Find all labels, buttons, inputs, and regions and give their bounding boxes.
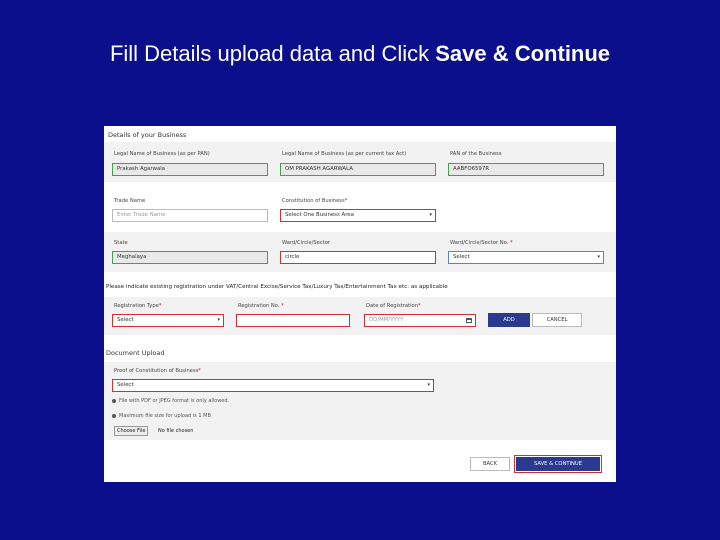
cancel-button[interactable]: CANCEL [532,313,582,327]
pan-field[interactable]: AABFO6597R [448,163,604,176]
proof-select[interactable]: Select ▾ [112,379,434,392]
add-button[interactable]: ADD [488,313,530,327]
state-field[interactable]: Meghalaya [112,251,268,264]
pan-label: PAN of the Business [450,151,502,157]
registration-date-input[interactable]: DD/MM/YYYY [364,314,476,327]
ward-no-select[interactable]: Select ▾ [448,251,604,264]
registration-date-label: Date of Registration* [366,303,421,309]
no-file-text: No file chosen [158,428,194,434]
business-row-1 [104,142,616,182]
slide-title-emphasis: Save & Continue [435,41,611,66]
format-note: File with PDF or JPEG format is only all… [112,398,229,404]
constitution-select[interactable]: Select One Business Area ▾ [280,209,436,222]
trade-name-input[interactable]: Enter Trade Name [112,209,268,222]
choose-file-button[interactable]: Choose File [114,426,149,436]
chevron-down-icon: ▾ [597,254,600,260]
constitution-label: Constitution of Business* [282,198,348,204]
back-button[interactable]: BACK [470,457,510,471]
legal-name-pan-field[interactable]: Prakash Agarwala [112,163,268,176]
slide-title: Fill Details upload data and Click Save … [60,38,660,70]
save-continue-button[interactable]: SAVE & CONTINUE [514,455,602,473]
chevron-down-icon: ▾ [217,317,220,323]
gst-form-screenshot: Details of your Business Legal Name of B… [104,126,616,482]
registration-number-input[interactable] [236,314,350,327]
document-upload-title: Document Upload [106,349,165,357]
ward-label: Ward/Circle/Sector [282,240,331,246]
ward-field[interactable]: circle [280,251,436,264]
business-section-title: Details of your Business [108,131,187,139]
chevron-down-icon: ▾ [427,382,430,388]
proof-label: Proof of Constitution of Business* [114,368,201,374]
info-icon [112,413,116,418]
chevron-down-icon: ▾ [429,212,432,218]
legal-name-pan-label: Legal Name of Business (as per PAN) [114,151,210,157]
registration-type-label: Registration Type* [114,303,162,309]
ward-no-label: Ward/Circle/Sector No. * [450,240,513,246]
legal-name-tax-field[interactable]: OM PRAKASH AGARWALA [280,163,436,176]
state-label: State [114,240,128,246]
legal-name-tax-label: Legal Name of Business (as per current t… [282,151,407,157]
registration-number-label: Registration No. * [238,303,284,309]
info-icon [112,398,116,403]
slide-title-text: Fill Details upload data and Click [109,41,436,66]
calendar-icon[interactable] [466,318,472,323]
trade-name-label: Trade Name [114,198,146,204]
registration-instruction: Please indicate existing registration un… [106,284,448,290]
registration-type-select[interactable]: Select ▾ [112,314,224,327]
size-note: Maximum file size for upload is 1 MB [112,413,211,419]
